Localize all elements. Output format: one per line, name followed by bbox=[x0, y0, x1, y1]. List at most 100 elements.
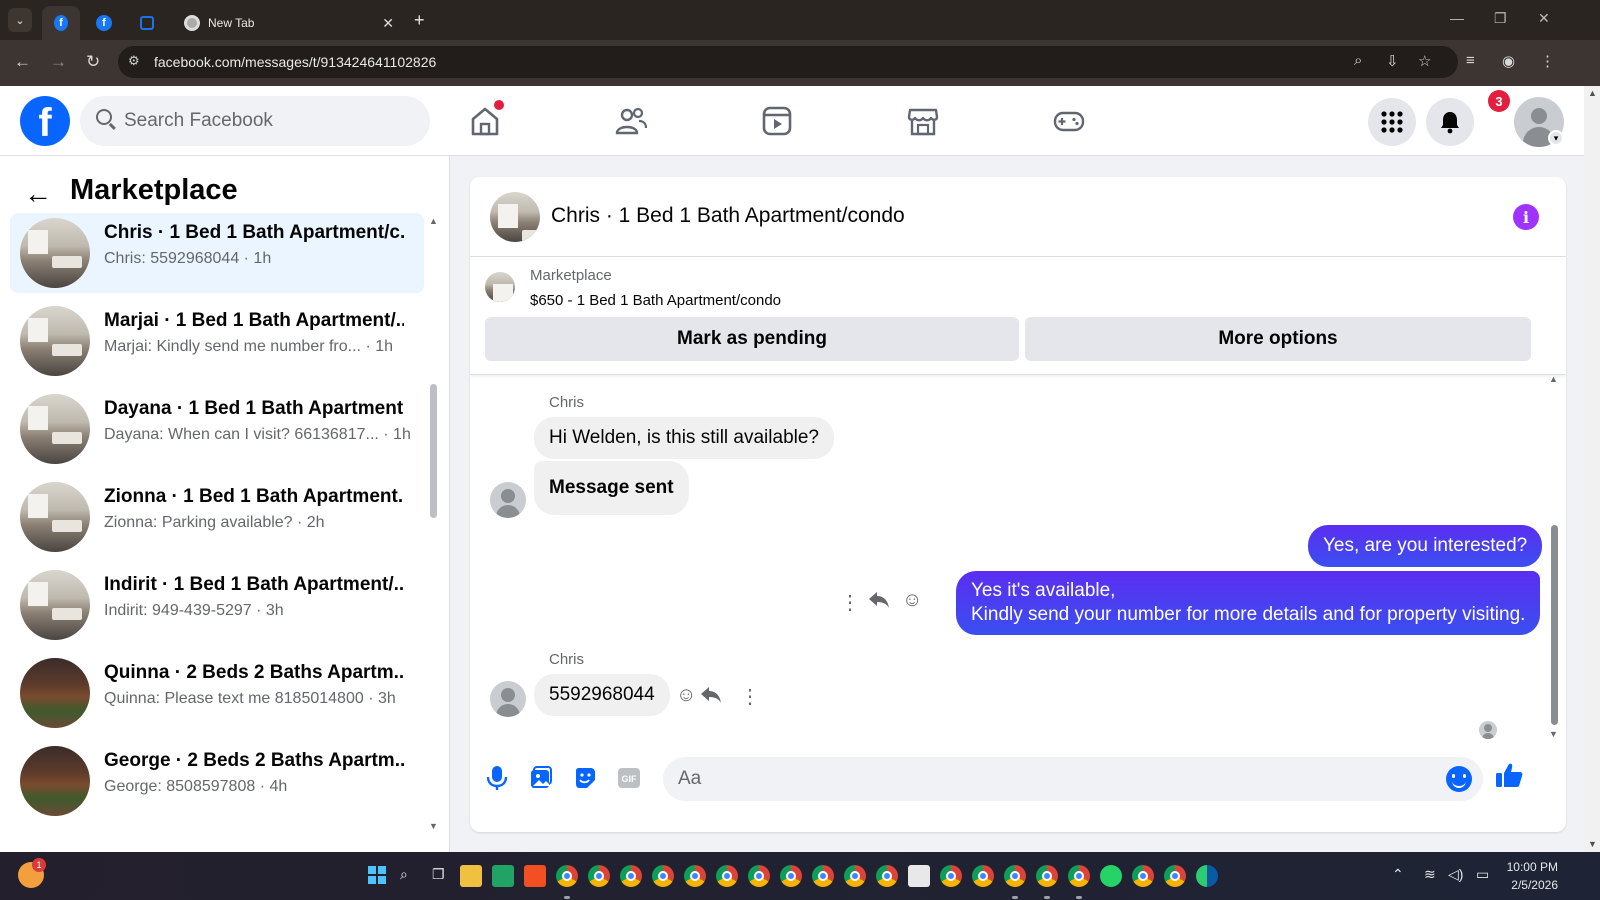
sidebar-scrollbar-thumb[interactable] bbox=[430, 384, 437, 518]
nav-friends[interactable] bbox=[614, 104, 648, 138]
conversation-item-chris[interactable]: Chris · 1 Bed 1 Bath Apartment/c... Chri… bbox=[10, 213, 424, 293]
message-composer[interactable] bbox=[663, 757, 1483, 801]
chrome-taskbar-icon[interactable] bbox=[972, 865, 994, 887]
contact-avatar[interactable] bbox=[490, 482, 526, 518]
outgoing-message[interactable]: Yes it's available, Kindly send your num… bbox=[956, 571, 1541, 635]
chrome-taskbar-icon[interactable] bbox=[1132, 865, 1154, 887]
chrome-taskbar-icon[interactable] bbox=[812, 865, 834, 887]
new-tab-button[interactable]: + bbox=[414, 10, 425, 31]
back-arrow-icon[interactable]: ← bbox=[24, 178, 52, 210]
nav-home[interactable] bbox=[468, 100, 504, 138]
attach-photo-button[interactable] bbox=[527, 764, 555, 792]
conversation-item-quinna[interactable]: Quinna · 2 Beds 2 Baths Apartm... Quinna… bbox=[10, 653, 424, 733]
react-icon[interactable]: ☺ bbox=[676, 684, 696, 707]
site-info-icon[interactable]: ⚙ bbox=[128, 53, 140, 69]
chrome-taskbar-icon[interactable] bbox=[748, 865, 770, 887]
conversation-item-dayana[interactable]: Dayana · 1 Bed 1 Bath Apartment... Dayan… bbox=[10, 389, 424, 469]
more-actions-icon[interactable]: ⋮ bbox=[740, 684, 760, 709]
chrome-taskbar-icon[interactable] bbox=[588, 865, 610, 887]
back-button[interactable]: ← bbox=[14, 52, 31, 72]
chrome-taskbar-icon[interactable] bbox=[1068, 865, 1090, 887]
chrome-taskbar-icon[interactable] bbox=[684, 865, 706, 887]
sticker-button[interactable] bbox=[571, 764, 599, 792]
whatsapp-icon[interactable] bbox=[1100, 865, 1122, 887]
address-bar[interactable]: ⚙ facebook.com/messages/t/91342464110282… bbox=[118, 46, 1458, 78]
zoom-icon[interactable]: ⌕ bbox=[1354, 52, 1362, 69]
close-tab-icon[interactable]: ✕ bbox=[382, 15, 394, 32]
conversation-item-indirit[interactable]: Indirit · 1 Bed 1 Bath Apartment/... Ind… bbox=[10, 565, 424, 645]
chrome-taskbar-icon[interactable] bbox=[716, 865, 738, 887]
url-text[interactable]: facebook.com/messages/t/913424641102826 bbox=[154, 54, 436, 70]
page-scroll-down-arrow[interactable]: ▼ bbox=[1588, 839, 1597, 849]
conversation-item-zionna[interactable]: Zionna · 1 Bed 1 Bath Apartment... Zionn… bbox=[10, 477, 424, 557]
notifications-button[interactable] bbox=[1426, 98, 1474, 146]
sheets-app-icon[interactable] bbox=[492, 865, 514, 887]
chrome-taskbar-icon[interactable] bbox=[556, 865, 578, 887]
chrome-taskbar-icon[interactable] bbox=[844, 865, 866, 887]
reply-icon[interactable] bbox=[868, 590, 890, 616]
wifi-icon[interactable]: ≋ bbox=[1424, 866, 1436, 883]
chrome-taskbar-icon[interactable] bbox=[940, 865, 962, 887]
incoming-message[interactable]: 5592968044 bbox=[534, 674, 670, 716]
incoming-message[interactable]: Hi Welden, is this still available? bbox=[534, 417, 834, 459]
chat-scroll-up-arrow[interactable]: ▲ bbox=[1549, 374, 1558, 384]
bookmark-star-icon[interactable]: ☆ bbox=[1418, 52, 1431, 70]
search-box[interactable] bbox=[80, 96, 430, 146]
facebook-logo[interactable]: f bbox=[20, 96, 70, 146]
menu-button[interactable] bbox=[1368, 98, 1416, 146]
reply-icon[interactable] bbox=[700, 685, 722, 711]
tab-facebook-active[interactable]: f bbox=[42, 6, 80, 40]
listing-thumbnail[interactable] bbox=[485, 272, 515, 302]
chrome-taskbar-icon[interactable] bbox=[620, 865, 642, 887]
volume-icon[interactable]: ◁) bbox=[1448, 866, 1463, 883]
search-taskbar-icon[interactable]: ⌕ bbox=[400, 866, 408, 883]
chat-scroll-down-arrow[interactable]: ▼ bbox=[1549, 729, 1558, 739]
reload-button[interactable]: ↻ bbox=[86, 52, 100, 72]
tab-new-tab[interactable]: New Tab ✕ bbox=[172, 6, 404, 40]
conversation-item-george[interactable]: George · 2 Beds 2 Baths Apartm... George… bbox=[10, 741, 424, 821]
chat-title[interactable]: Chris · 1 Bed 1 Bath Apartment/condo bbox=[551, 204, 905, 228]
conversation-item-marjai[interactable]: Marjai · 1 Bed 1 Bath Apartment/... Marj… bbox=[10, 301, 424, 381]
outgoing-message[interactable]: Yes, are you interested? bbox=[1308, 525, 1543, 567]
contact-avatar[interactable] bbox=[490, 681, 526, 717]
voice-clip-button[interactable] bbox=[483, 764, 511, 792]
like-button[interactable] bbox=[1495, 761, 1523, 789]
nav-marketplace[interactable] bbox=[906, 104, 940, 138]
chat-scrollbar-thumb[interactable] bbox=[1551, 525, 1558, 725]
profile-icon[interactable]: ◉ bbox=[1502, 52, 1515, 70]
more-options-button[interactable]: More options bbox=[1025, 317, 1531, 361]
scroll-down-arrow[interactable]: ▼ bbox=[429, 821, 438, 831]
message-input[interactable] bbox=[678, 757, 1438, 801]
page-scroll-up-arrow[interactable]: ▲ bbox=[1588, 88, 1597, 98]
store-app-icon[interactable] bbox=[524, 865, 546, 887]
battery-icon[interactable]: ▭ bbox=[1476, 866, 1489, 883]
chat-listing-avatar[interactable] bbox=[490, 192, 540, 242]
install-app-icon[interactable]: ⇩ bbox=[1386, 52, 1399, 70]
tab-facebook[interactable]: f bbox=[84, 6, 124, 40]
chrome-taskbar-icon[interactable] bbox=[1164, 865, 1186, 887]
mark-as-pending-button[interactable]: Mark as pending bbox=[485, 317, 1019, 361]
incoming-message[interactable]: Message sent bbox=[534, 461, 689, 515]
info-icon[interactable]: i bbox=[1513, 204, 1539, 230]
more-actions-icon[interactable]: ⋮ bbox=[840, 590, 860, 615]
react-icon[interactable]: ☺ bbox=[902, 589, 922, 612]
file-explorer-icon[interactable] bbox=[460, 865, 482, 887]
chrome-taskbar-icon[interactable] bbox=[780, 865, 802, 887]
media-controls-icon[interactable]: ≡ bbox=[1466, 52, 1475, 69]
system-clock[interactable]: 10:00 PM 2/5/2026 bbox=[1500, 858, 1558, 894]
tab-search-button[interactable]: ⌄ bbox=[8, 8, 32, 32]
app-taskbar-icon[interactable] bbox=[908, 865, 930, 887]
nav-gaming[interactable] bbox=[1052, 104, 1086, 138]
task-view-icon[interactable]: ❐ bbox=[432, 866, 445, 883]
chevron-up-icon[interactable]: ⌃ bbox=[1392, 866, 1404, 883]
page-scrollbar[interactable] bbox=[1584, 86, 1600, 852]
chrome-taskbar-icon[interactable] bbox=[652, 865, 674, 887]
minimize-button[interactable]: — bbox=[1450, 10, 1464, 26]
forward-button[interactable]: → bbox=[50, 52, 67, 72]
scroll-up-arrow[interactable]: ▲ bbox=[429, 216, 438, 226]
chrome-taskbar-icon[interactable] bbox=[876, 865, 898, 887]
maximize-button[interactable]: ❐ bbox=[1494, 10, 1507, 27]
edge-icon[interactable] bbox=[1196, 865, 1218, 887]
start-icon[interactable] bbox=[368, 866, 386, 884]
search-input[interactable] bbox=[124, 96, 414, 146]
